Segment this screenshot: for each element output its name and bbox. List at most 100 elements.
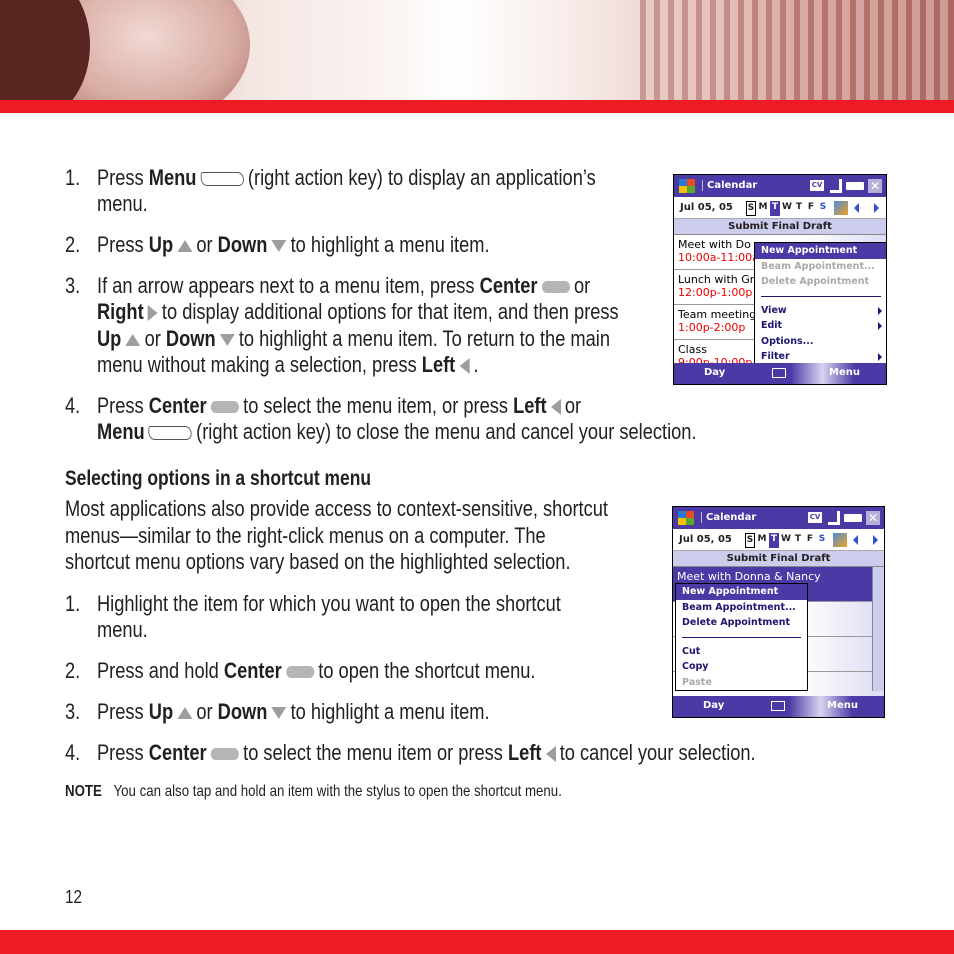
day-6[interactable]: S [817,533,827,548]
key-name: Up [97,326,122,351]
day-4[interactable]: T [794,201,804,216]
menu-item[interactable]: Delete Appointment [676,615,807,631]
menu-item[interactable]: Edit [755,318,886,334]
close-icon[interactable]: ✕ [866,511,880,525]
menu-item[interactable]: Delete Appointment [755,274,886,290]
menu-item[interactable]: View [755,303,886,319]
menu-item[interactable]: Cut [676,644,807,660]
center-key-icon [285,666,315,679]
soft-key-bar: Day Menu [674,363,886,384]
appointment-name: Meet with Donna & Nancy [677,570,821,583]
all-day-banner: Submit Final Draft [673,551,884,567]
menu-item[interactable]: New Appointment [755,243,886,259]
down-arrow-icon [271,707,287,720]
note-text: You can also tap and hold an item with t… [113,783,562,800]
calendar-shortcut-menu-screenshot: Calendar CV ✕ Jul 05, 05 S M T W T F S Submit Final… [672,506,885,718]
title-bar: Calendar CV ✕ [674,175,886,197]
text-line: menu without making a selection, press L… [97,352,479,378]
center-key-icon [541,281,570,294]
day-4[interactable]: T [793,533,803,548]
day-3[interactable]: W [781,533,791,548]
popup-menu: New Appointment Beam Appointment... Delete… [675,583,808,691]
step-number: 4. [65,740,81,765]
step-number: 2. [65,658,81,683]
key-name: Down [165,326,216,351]
day-2[interactable]: T [770,201,780,216]
note: NOTE You can also tap and hold an item wi… [65,783,562,801]
right-softkey[interactable]: Menu [829,367,860,378]
menu-item[interactable]: Copy [676,659,807,675]
day-2[interactable]: T [769,533,779,548]
day-5[interactable]: F [805,533,815,548]
scrollbar[interactable] [872,567,884,691]
text: to highlight a menu item. [290,232,490,257]
text: . [473,352,479,377]
left-softkey[interactable]: Day [704,367,725,378]
page-number: 12 [65,887,83,907]
text: to highlight a menu item. [290,699,490,724]
signal-icon [830,179,842,193]
text: to select the menu item, or press [243,393,514,418]
text: to select the menu item or press [243,740,509,765]
menu-item[interactable]: Beam Appointment... [755,259,886,275]
key-name: Center [479,273,538,298]
menu-key-icon [148,426,192,441]
header-photo [0,0,954,100]
right-arrow-icon [147,305,158,322]
center-key-icon [210,748,239,761]
key-name: Up [148,699,174,724]
key-name: Center [223,658,282,683]
left-arrow-icon [545,746,556,763]
date-label: Jul 05, 05 [680,202,733,213]
menu-item[interactable]: New Appointment [676,584,807,600]
header-red-bar [0,100,954,113]
text-line: Press Center to select the menu item, or … [97,393,581,419]
menu-separator [761,290,881,297]
step-number: 3. [65,699,81,724]
text: or [144,326,166,351]
down-arrow-icon [219,334,235,347]
day-6[interactable]: S [818,201,828,216]
key-name: Menu [97,419,145,444]
step-number: 2. [65,232,81,257]
text: menu. [97,617,148,642]
key-name: Down [217,699,268,724]
text: to open the shortcut menu. [318,658,536,683]
title-bar: Calendar CV ✕ [673,507,884,529]
date-label: Jul 05, 05 [679,534,732,545]
cv-icon: CV [808,512,822,523]
day-5[interactable]: F [806,201,816,216]
windows-start-icon [679,179,695,193]
menu-item[interactable]: Beam Appointment... [676,600,807,616]
day-1[interactable]: M [757,533,767,548]
windows-start-icon [678,511,694,525]
menu-item[interactable]: Options... [755,334,886,350]
text: (right action key) to close the menu and… [196,419,697,444]
date-row: Jul 05, 05 S M T W T F S [673,529,884,551]
text: Press and hold [97,658,224,683]
footer-red-bar [0,930,954,954]
prev-week-icon [853,535,858,545]
text-line: Press Up or Down to highlight a menu item. [97,232,490,258]
text: to cancel your selection. [559,740,756,765]
center-key-icon [210,401,239,414]
close-icon[interactable]: ✕ [868,179,882,193]
text: Press [97,699,149,724]
text: Press [97,740,149,765]
day-0[interactable]: S [746,201,756,216]
key-name: Center [148,393,207,418]
menu-item[interactable]: Paste [676,675,807,691]
text: menu without making a selection, press [97,352,422,377]
soft-key-bar: Day Menu [673,696,884,717]
left-arrow-icon [459,358,470,375]
day-1[interactable]: M [758,201,768,216]
left-softkey[interactable]: Day [703,700,724,711]
day-3[interactable]: W [782,201,792,216]
text-line: menu. [97,191,148,217]
text-line: menus—similar to the right-click menus o… [65,523,546,549]
right-softkey[interactable]: Menu [827,700,858,711]
keyboard-icon [772,368,786,378]
day-0[interactable]: S [745,533,755,548]
text: or [196,232,218,257]
text: Highlight the item for which you want to… [97,591,561,616]
